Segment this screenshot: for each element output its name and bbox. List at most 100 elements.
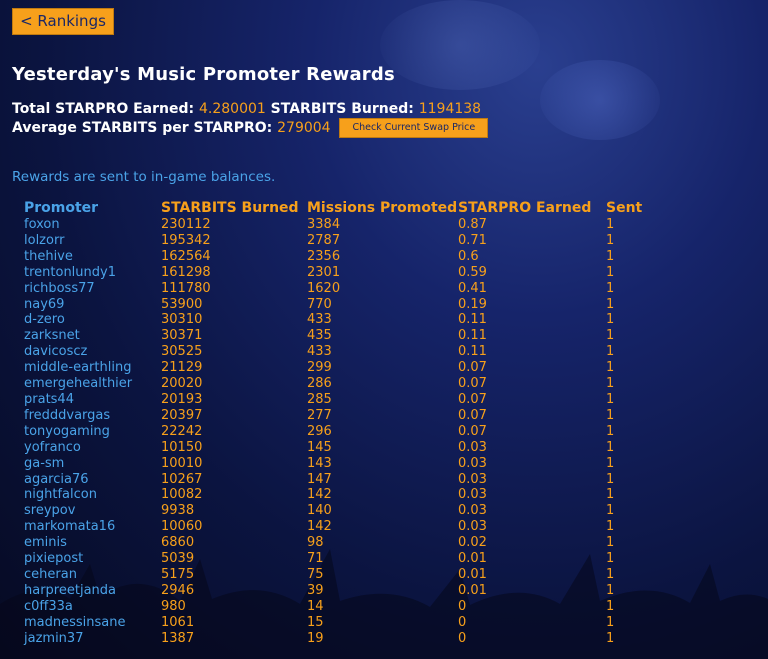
- rewards-table: Promoter STARBITS Burned Missions Promot…: [24, 199, 646, 646]
- sent-cell: 1: [606, 280, 615, 296]
- table-row: lolzorr 195342 2787 0.71 1: [24, 233, 646, 249]
- starbits-burned-cell: 161298: [161, 264, 211, 280]
- starbits-burned-cell: 30371: [161, 328, 203, 344]
- promoter-link[interactable]: markomata16: [24, 519, 161, 535]
- promoter-link[interactable]: harpreetjanda: [24, 583, 161, 599]
- total-starpro-label: Total STARPRO Earned:: [12, 101, 195, 117]
- starbits-burned-cell: 10150: [161, 439, 203, 455]
- total-starpro-value: 4.280001: [198, 101, 266, 117]
- table-row: eminis 6860 98 0.02 1: [24, 535, 646, 551]
- check-swap-price-button[interactable]: Check Current Swap Price: [339, 118, 489, 138]
- starbits-burned-cell: 2946: [161, 582, 195, 598]
- missions-promoted-cell: 2356: [307, 248, 341, 264]
- column-header-starbits-burned: STARBITS Burned: [161, 200, 299, 216]
- promoter-link[interactable]: lolzorr: [24, 233, 161, 249]
- starpro-earned-cell: 0.71: [458, 232, 487, 248]
- promoter-link[interactable]: ceheran: [24, 567, 161, 583]
- sent-cell: 1: [606, 217, 615, 232]
- sent-cell: 1: [606, 360, 615, 376]
- starbits-burned-cell: 10060: [161, 519, 203, 535]
- promoter-link[interactable]: jazmin37: [24, 631, 161, 647]
- promoter-link[interactable]: agarcia76: [24, 472, 161, 488]
- table-row: yofranco 10150 145 0.03 1: [24, 440, 646, 456]
- promoter-link[interactable]: sreypov: [24, 503, 161, 519]
- promoter-link[interactable]: foxon: [24, 217, 161, 233]
- sent-cell: 1: [606, 232, 615, 248]
- promoter-link[interactable]: prats44: [24, 392, 161, 408]
- starpro-earned-cell: 0.03: [458, 503, 487, 519]
- table-row: davicoscz 30525 433 0.11 1: [24, 344, 646, 360]
- missions-promoted-cell: 39: [307, 582, 324, 598]
- starbits-burned-cell: 20020: [161, 376, 203, 392]
- promoter-link[interactable]: ga-sm: [24, 456, 161, 472]
- starpro-earned-cell: 0.11: [458, 344, 487, 360]
- stage-light: [540, 60, 660, 140]
- missions-promoted-cell: 299: [307, 360, 332, 376]
- promoter-link[interactable]: trentonlundy1: [24, 265, 161, 281]
- promoter-link[interactable]: eminis: [24, 535, 161, 551]
- column-header-sent: Sent: [606, 200, 643, 216]
- starpro-earned-cell: 0.01: [458, 582, 487, 598]
- starpro-earned-cell: 0.07: [458, 360, 487, 376]
- table-row: jazmin37 1387 19 0 1: [24, 631, 646, 647]
- promoter-link[interactable]: pixiepost: [24, 551, 161, 567]
- starpro-earned-cell: 0.6: [458, 248, 479, 264]
- starbits-burned-cell: 1061: [161, 614, 195, 630]
- promoter-link[interactable]: fredddvargas: [24, 408, 161, 424]
- promoter-link[interactable]: richboss77: [24, 281, 161, 297]
- table-row: d-zero 30310 433 0.11 1: [24, 312, 646, 328]
- table-row: markomata16 10060 142 0.03 1: [24, 519, 646, 535]
- promoter-link[interactable]: tonyogaming: [24, 424, 161, 440]
- sent-cell: 1: [606, 439, 615, 455]
- missions-promoted-cell: 285: [307, 391, 332, 407]
- sent-cell: 1: [606, 407, 615, 423]
- starpro-earned-cell: 0: [458, 630, 467, 646]
- table-row: sreypov 9938 140 0.03 1: [24, 503, 646, 519]
- back-to-rankings-button[interactable]: < Rankings: [12, 8, 114, 35]
- promoter-link[interactable]: yofranco: [24, 440, 161, 456]
- page-title: Yesterday's Music Promoter Rewards: [12, 64, 395, 85]
- starpro-earned-cell: 0.07: [458, 407, 487, 423]
- table-row: trentonlundy1 161298 2301 0.59 1: [24, 265, 646, 281]
- starpro-earned-cell: 0.07: [458, 376, 487, 392]
- sent-cell: 1: [606, 566, 615, 582]
- starpro-earned-cell: 0.07: [458, 391, 487, 407]
- missions-promoted-cell: 3384: [307, 217, 341, 232]
- promoter-link[interactable]: madnessinsane: [24, 615, 161, 631]
- promoter-link[interactable]: thehive: [24, 249, 161, 265]
- missions-promoted-cell: 140: [307, 503, 332, 519]
- missions-promoted-cell: 75: [307, 566, 324, 582]
- sent-cell: 1: [606, 503, 615, 519]
- promoter-link[interactable]: zarksnet: [24, 328, 161, 344]
- promoter-link[interactable]: davicoscz: [24, 344, 161, 360]
- sent-cell: 1: [606, 535, 615, 551]
- promoter-link[interactable]: d-zero: [24, 312, 161, 328]
- sent-cell: 1: [606, 471, 615, 487]
- starbits-burned-cell: 10082: [161, 487, 203, 503]
- sent-cell: 1: [606, 328, 615, 344]
- promoter-link[interactable]: emergehealthier: [24, 376, 161, 392]
- missions-promoted-cell: 142: [307, 487, 332, 503]
- sent-cell: 1: [606, 519, 615, 535]
- promoter-link[interactable]: c0ff33a: [24, 599, 161, 615]
- table-row: richboss77 111780 1620 0.41 1: [24, 281, 646, 297]
- average-label: Average STARBITS per STARPRO:: [12, 120, 273, 136]
- table-row: ga-sm 10010 143 0.03 1: [24, 456, 646, 472]
- column-header-promoter: Promoter: [24, 200, 99, 216]
- promoter-link[interactable]: nay69: [24, 297, 161, 313]
- table-row: ceheran 5175 75 0.01 1: [24, 567, 646, 583]
- sent-cell: 1: [606, 391, 615, 407]
- starpro-earned-cell: 0.01: [458, 566, 487, 582]
- table-row: zarksnet 30371 435 0.11 1: [24, 328, 646, 344]
- starbits-burned-cell: 22242: [161, 423, 203, 439]
- sent-cell: 1: [606, 455, 615, 471]
- table-row: nightfalcon 10082 142 0.03 1: [24, 487, 646, 503]
- starbits-burned-cell: 10010: [161, 455, 203, 471]
- promoter-link[interactable]: nightfalcon: [24, 487, 161, 503]
- table-row: harpreetjanda 2946 39 0.01 1: [24, 583, 646, 599]
- missions-promoted-cell: 277: [307, 407, 332, 423]
- promoter-link[interactable]: middle-earthling: [24, 360, 161, 376]
- missions-promoted-cell: 15: [307, 614, 324, 630]
- starpro-earned-cell: 0: [458, 614, 467, 630]
- starpro-earned-cell: 0.01: [458, 551, 487, 567]
